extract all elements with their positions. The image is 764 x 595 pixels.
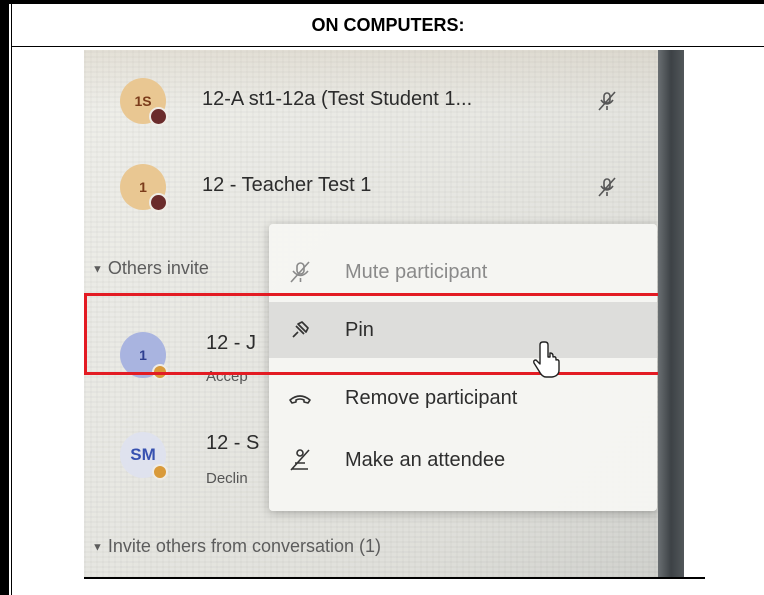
status-dot — [152, 464, 168, 480]
invitee-status: Declin — [206, 470, 248, 487]
highlight-box — [84, 293, 667, 375]
presence-dot — [149, 193, 168, 212]
menu-item-label: Make an attendee — [345, 448, 506, 471]
monitor-bezel — [658, 50, 684, 578]
table-bottom-rule — [84, 577, 705, 579]
menu-item-mute-participant[interactable]: Mute participant — [269, 244, 657, 300]
invitee-name[interactable]: 12 - S — [206, 432, 259, 455]
menu-item-label: Mute participant — [345, 260, 488, 283]
section-label: Invite others from conversation (1) — [107, 536, 382, 556]
table-border-left — [0, 0, 9, 595]
chevron-down-icon: ▼ — [92, 541, 103, 554]
section-label: Others invite — [107, 258, 209, 278]
mic-off-icon[interactable] — [596, 176, 618, 198]
section-heading: ON COMPUTERS: — [311, 14, 465, 35]
avatar-initials: 1S — [134, 93, 152, 109]
chevron-down-icon: ▼ — [92, 263, 103, 276]
menu-item-label: Remove participant — [345, 386, 518, 409]
section-others-invited[interactable]: ▼ Others invite — [92, 258, 209, 279]
participant-name[interactable]: 12 - Teacher Test 1 — [202, 174, 371, 197]
avatar: 1S — [120, 78, 168, 126]
avatar-initials: SM — [130, 445, 156, 464]
avatar: SM — [120, 432, 168, 480]
mic-off-icon — [290, 261, 310, 283]
presence-dot — [149, 107, 168, 126]
avatar: 1 — [120, 164, 168, 212]
avatar-initials: 1 — [139, 179, 147, 195]
table-column-divider — [11, 4, 12, 595]
mic-off-icon[interactable] — [596, 90, 618, 112]
hand-cursor-icon — [533, 341, 560, 378]
section-invite-from-conversation[interactable]: ▼ Invite others from conversation (1) — [92, 536, 381, 557]
table-header-divider — [12, 46, 764, 47]
hang-up-icon — [289, 395, 311, 404]
attendee-icon — [290, 449, 310, 471]
participant-name[interactable]: 12-A st1-12a (Test Student 1... — [202, 88, 472, 111]
menu-item-remove-participant[interactable]: Remove participant — [269, 370, 657, 426]
screen-photo: 1S 12-A st1-12a (Test Student 1... 1 12 … — [84, 50, 684, 578]
menu-item-make-attendee[interactable]: Make an attendee — [269, 432, 657, 488]
